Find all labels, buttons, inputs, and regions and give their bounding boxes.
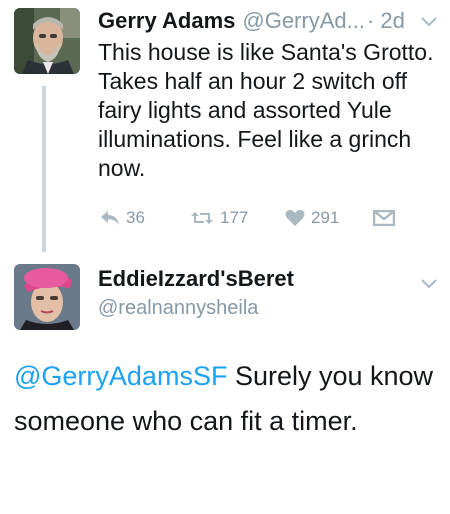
- retweet-icon: [190, 209, 214, 227]
- direct-message-icon: [373, 210, 395, 226]
- thread-connector-line: [42, 86, 46, 252]
- direct-message-button[interactable]: [373, 210, 395, 226]
- retweet-count: 177: [220, 208, 249, 227]
- like-button[interactable]: 291: [285, 208, 373, 228]
- avatar[interactable]: [14, 8, 80, 74]
- reply-button[interactable]: 36: [100, 208, 190, 228]
- chevron-down-icon[interactable]: [420, 278, 438, 290]
- display-name[interactable]: EddieIzzard'sBeret: [98, 266, 294, 292]
- handle[interactable]: @realnannysheila: [98, 297, 258, 320]
- tweet-text: This house is like Santa's Grotto. Takes…: [98, 39, 434, 181]
- retweet-button[interactable]: 177: [190, 208, 285, 228]
- reply-count: 36: [126, 208, 145, 227]
- tweet-text: @GerryAdamsSF Surely you know someone wh…: [14, 354, 439, 444]
- tweet-header: Gerry Adams @GerryAd... · 2d: [98, 4, 443, 38]
- like-count: 291: [311, 208, 340, 227]
- avatar[interactable]: [14, 264, 80, 330]
- mention-link[interactable]: @GerryAdamsSF: [14, 361, 227, 391]
- handle[interactable]: @GerryAd...: [242, 8, 365, 34]
- timestamp[interactable]: · 2d: [367, 8, 405, 34]
- display-name[interactable]: Gerry Adams: [98, 8, 235, 34]
- heart-icon: [285, 209, 305, 227]
- tweet-actions: 36 177 291: [100, 205, 395, 231]
- chevron-down-icon[interactable]: [420, 16, 438, 28]
- reply-icon: [100, 209, 120, 227]
